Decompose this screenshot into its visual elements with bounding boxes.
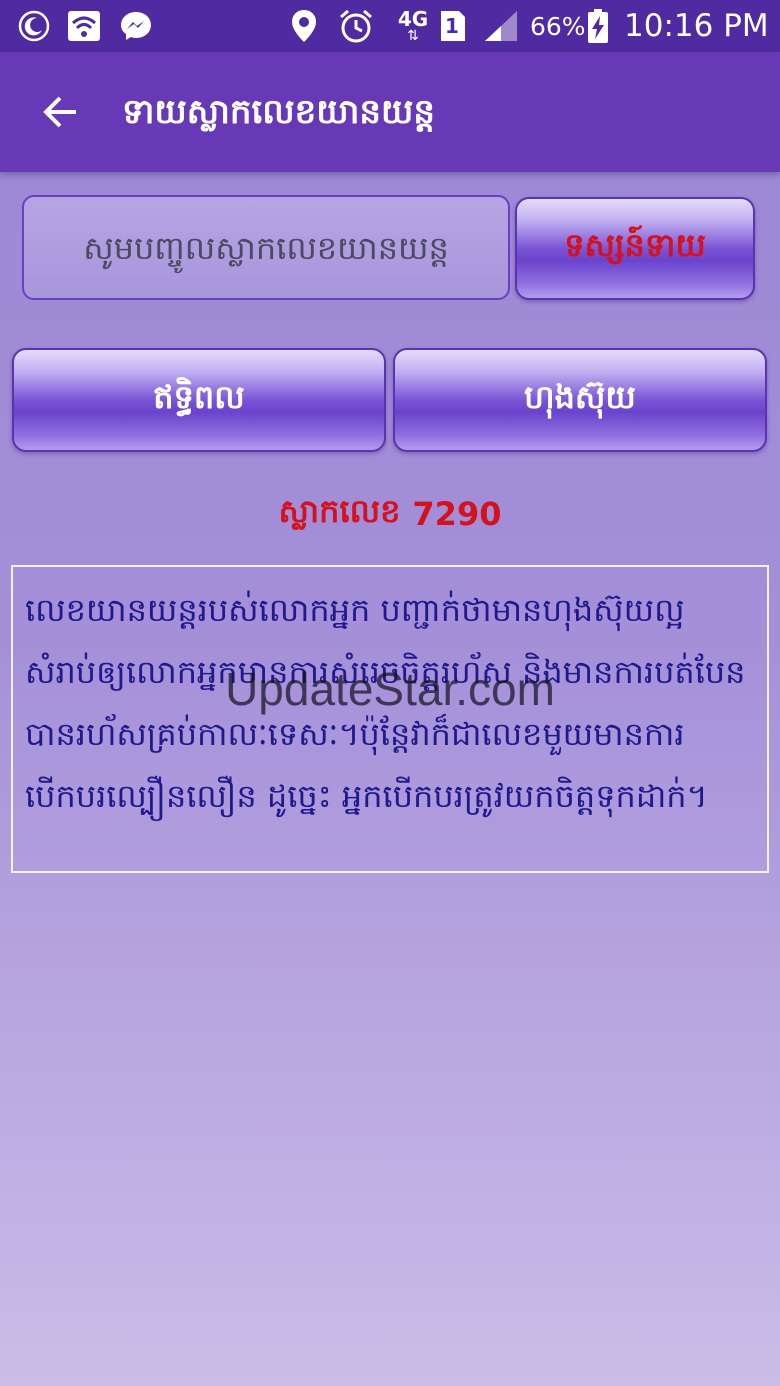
- status-bar: 4G ⇅ 1 66% 10:16 PM: [0, 0, 780, 52]
- predict-button[interactable]: ទស្សន៍ទាយ: [515, 197, 755, 300]
- network-type-label: 4G: [397, 7, 429, 31]
- predict-button-label: ទស្សន៍ទាយ: [564, 226, 706, 264]
- sim-slot-label: 1: [445, 14, 459, 38]
- result-description-box: លេខយានយន្តរបស់លោកអ្នក បញ្ជាក់ថាមានហុងស៊ុ…: [11, 565, 769, 873]
- data-arrows-icon: ⇅: [407, 28, 419, 44]
- result-description: លេខយានយន្តរបស់លោកអ្នក បញ្ជាក់ថាមានហុងស៊ុ…: [25, 591, 746, 815]
- influence-button[interactable]: ឥទ្ធិពល: [12, 348, 386, 452]
- plate-label: ស្លាកលេខ: [278, 491, 401, 530]
- location-icon: [288, 8, 320, 44]
- alarm-icon: [336, 8, 376, 44]
- fengshui-button[interactable]: ហុងស៊ុយ: [393, 348, 767, 452]
- result-heading: ស្លាកលេខ 7290: [0, 486, 780, 542]
- influence-button-label: ឥទ្ធិពល: [153, 377, 245, 416]
- app-bar: ទាយស្លាកលេខយានយន្ត: [0, 52, 780, 172]
- back-button[interactable]: [30, 82, 90, 142]
- wifi-icon: [66, 8, 102, 44]
- messenger-icon: [118, 8, 154, 44]
- moon-icon: [16, 8, 52, 44]
- network-4g-icon: 4G ⇅: [396, 8, 430, 44]
- fengshui-button-label: ហុងស៊ុយ: [524, 377, 636, 416]
- arrow-left-icon: [43, 96, 76, 128]
- battery-charging-icon: [586, 8, 610, 44]
- signal-icon: [482, 8, 520, 44]
- plate-number: 7290: [412, 495, 502, 533]
- page-title: ទាយស្លាកលេខយានយន្ត: [122, 92, 435, 132]
- clock: 10:16 PM: [624, 8, 769, 44]
- battery-percent: 66%: [530, 11, 586, 41]
- plate-number-input[interactable]: [22, 195, 510, 300]
